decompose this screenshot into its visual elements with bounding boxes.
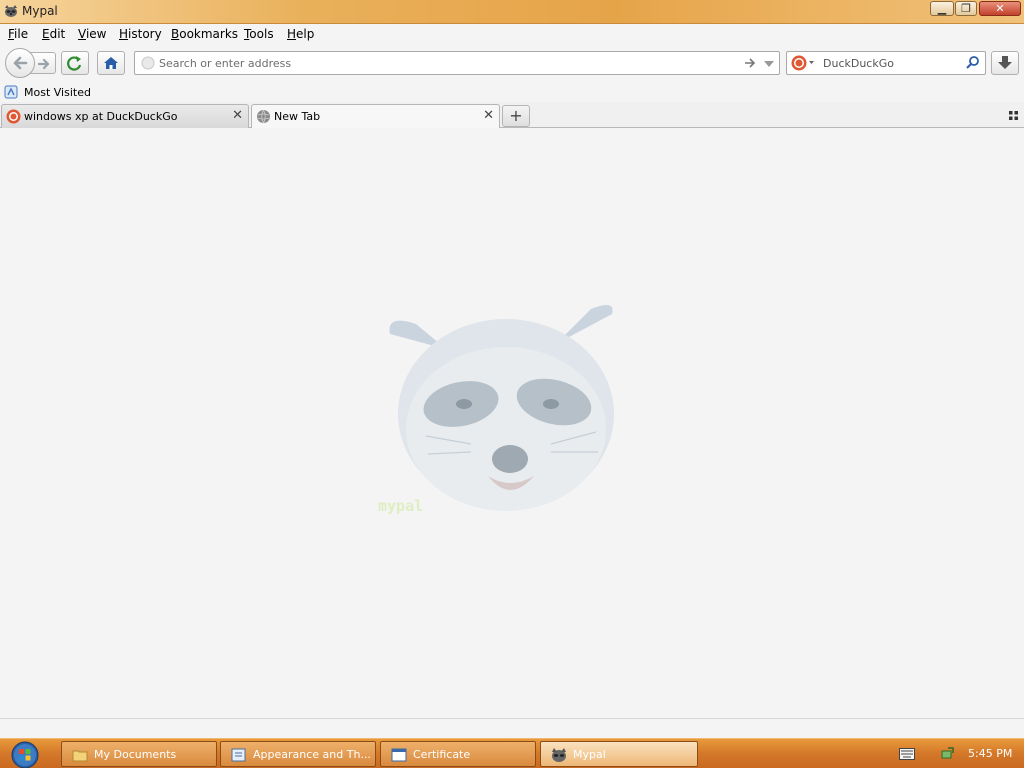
bookmarks-toolbar: Most Visited	[0, 82, 1024, 102]
address-input[interactable]	[159, 55, 739, 71]
tab-strip: windows xp at DuckDuckGo ✕ New Tab ✕ +	[0, 102, 1024, 129]
minimize-icon: ▁	[937, 2, 947, 15]
system-clock: 5:45 PM	[968, 747, 1013, 760]
taskbar-my-documents[interactable]: My Documents	[61, 741, 217, 767]
globe-icon	[141, 56, 155, 70]
bookmark-folder-icon	[4, 85, 18, 99]
taskbar-label: Appearance and Th...	[253, 748, 371, 761]
window-title: Mypal	[22, 4, 58, 18]
downloads-button[interactable]	[991, 51, 1019, 75]
folder-icon	[72, 750, 88, 762]
start-button-icon[interactable]	[9, 740, 41, 768]
network-tray-icon[interactable]	[940, 745, 956, 761]
mypal-raccoon-logo	[389, 305, 614, 511]
tab-grid-icon[interactable]	[1008, 110, 1020, 122]
taskbar: My Documents Appearance and Th... Certif…	[0, 738, 1024, 768]
menu-edit[interactable]: Edit	[42, 27, 65, 41]
tab-label: windows xp at DuckDuckGo	[24, 110, 178, 123]
taskbar-label: Mypal	[573, 748, 606, 761]
tab-duckduckgo[interactable]: windows xp at DuckDuckGo ✕	[1, 104, 249, 128]
home-icon	[104, 57, 118, 69]
mypal-logo-text: mypal	[378, 497, 424, 515]
dropdown-arrow-icon[interactable]	[763, 58, 775, 70]
duckduckgo-favicon-icon	[6, 109, 21, 124]
close-button[interactable]: ✕	[979, 1, 1021, 16]
download-arrow-icon	[998, 56, 1012, 69]
minimize-button[interactable]: ▁	[930, 1, 954, 16]
close-icon: ✕	[995, 2, 1005, 15]
menu-history[interactable]: History	[119, 27, 162, 41]
control-panel-icon	[231, 748, 246, 762]
reload-icon	[67, 56, 82, 71]
menu-help[interactable]: Help	[287, 27, 314, 41]
most-visited-bookmark[interactable]: Most Visited	[4, 84, 104, 100]
taskbar-appearance[interactable]: Appearance and Th...	[220, 741, 376, 767]
menu-bar: File Edit View History Bookmarks Tools H…	[0, 24, 1024, 44]
mypal-raccoon-icon	[552, 748, 566, 762]
back-arrow-icon	[13, 56, 28, 70]
duckduckgo-icon[interactable]	[790, 54, 816, 72]
taskbar-mypal[interactable]: Mypal	[540, 741, 698, 767]
search-icon[interactable]	[965, 55, 981, 71]
back-button[interactable]	[5, 48, 35, 78]
home-button[interactable]	[97, 51, 125, 75]
search-bar[interactable]: DuckDuckGo	[786, 51, 986, 75]
tab-close-icon[interactable]: ✕	[232, 108, 243, 124]
tab-new-tab[interactable]: New Tab ✕	[251, 104, 500, 129]
go-arrow-icon[interactable]	[743, 56, 757, 70]
tab-label: New Tab	[274, 110, 321, 123]
address-bar[interactable]	[134, 51, 780, 75]
taskbar-certificate[interactable]: Certificate	[380, 741, 536, 767]
new-tab-page: mypal	[0, 128, 1024, 718]
keyboard-icon[interactable]	[899, 748, 915, 760]
taskbar-label: My Documents	[94, 748, 177, 761]
reload-button[interactable]	[61, 51, 89, 75]
restore-button[interactable]: ❐	[955, 1, 977, 16]
taskbar-label: Certificate	[413, 748, 471, 761]
status-area	[0, 718, 1024, 738]
certificate-window-icon	[391, 748, 407, 762]
globe-favicon-icon	[257, 109, 270, 124]
plus-icon: +	[509, 106, 523, 125]
menu-bookmarks[interactable]: Bookmarks	[171, 27, 238, 41]
new-tab-button[interactable]: +	[502, 105, 530, 127]
tab-close-icon[interactable]: ✕	[483, 108, 494, 124]
menu-file[interactable]: File	[8, 27, 28, 41]
restore-icon: ❐	[961, 2, 971, 15]
mypal-raccoon-icon	[5, 5, 17, 17]
navigation-toolbar: DuckDuckGo	[0, 44, 1024, 82]
menu-tools[interactable]: Tools	[244, 27, 274, 41]
most-visited-label: Most Visited	[24, 86, 91, 99]
search-engine-placeholder[interactable]: DuckDuckGo	[823, 57, 894, 70]
menu-view[interactable]: View	[78, 27, 106, 41]
title-bar: Mypal ▁ ❐ ✕	[0, 0, 1024, 24]
